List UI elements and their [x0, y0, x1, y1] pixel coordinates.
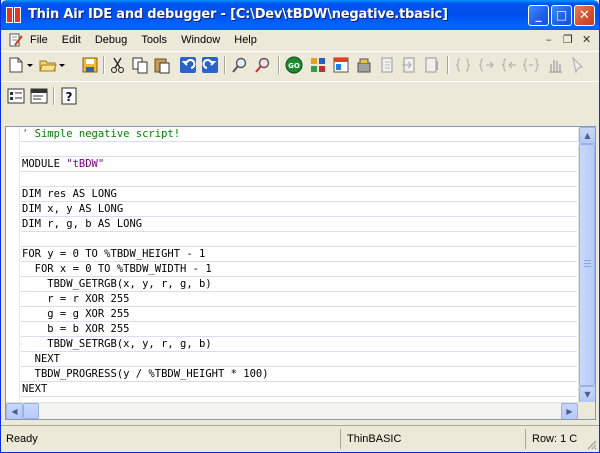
scroll-down-button[interactable]: ▼ — [579, 386, 595, 403]
horizontal-scroll-thumb[interactable] — [23, 403, 39, 419]
code-line[interactable]: DIM x, y AS LONG — [21, 202, 577, 217]
svg-text:?: ? — [66, 90, 73, 104]
code-line[interactable]: FOR x = 0 TO %TBDW_WIDTH - 1 — [21, 262, 577, 277]
status-language: ThinBASIC — [344, 429, 526, 449]
resize-grip-icon[interactable] — [585, 438, 597, 450]
code-line[interactable]: NEXT — [21, 382, 577, 397]
find-icon[interactable] — [231, 56, 249, 74]
code-line[interactable]: ' Simple negative script! — [21, 127, 577, 142]
indent-icon[interactable] — [477, 56, 495, 74]
grid-view-icon[interactable] — [309, 56, 327, 74]
replace-icon[interactable] — [254, 56, 272, 74]
editor-gutter[interactable] — [6, 127, 20, 403]
minimize-button[interactable]: _ — [528, 5, 549, 26]
toolbar-separator — [224, 56, 226, 74]
status-position: Row: 1 C — [532, 433, 578, 445]
paste-icon[interactable] — [153, 56, 171, 74]
comment-block-icon[interactable] — [522, 56, 540, 74]
secondary-toolbar: ? — [1, 81, 599, 121]
code-line[interactable] — [21, 232, 577, 247]
keyword-token: MODULE — [22, 158, 67, 170]
string-token: "tBDW" — [66, 158, 105, 170]
toolbar-separator — [447, 56, 449, 74]
new-file-icon[interactable] — [7, 56, 25, 74]
menu-help[interactable]: Help — [234, 34, 257, 46]
scroll-corner — [578, 402, 595, 419]
window-title: Thin Air IDE and debugger - [C:\Dev\tBDW… — [28, 7, 448, 22]
close-button[interactable]: ✕ — [574, 5, 595, 26]
debug-step-out-icon[interactable] — [423, 56, 441, 74]
svg-text:GO: GO — [288, 62, 300, 70]
toolbar-separator — [103, 56, 105, 74]
bracket-icon[interactable] — [454, 56, 472, 74]
menu-file[interactable]: File — [30, 34, 48, 46]
code-line[interactable] — [21, 172, 577, 187]
toolbar-separator — [278, 56, 280, 74]
scroll-up-button[interactable]: ▲ — [579, 127, 595, 144]
open-dropdown-icon[interactable] — [57, 56, 67, 74]
code-line[interactable]: DIM res AS LONG — [21, 187, 577, 202]
main-toolbar: GO — [1, 51, 599, 77]
vertical-scrollbar[interactable]: ▲ ▼ — [578, 127, 595, 403]
outdent-icon[interactable] — [500, 56, 518, 74]
code-line[interactable]: b = b XOR 255 — [21, 322, 577, 337]
hand-icon[interactable] — [546, 56, 564, 74]
code-line[interactable]: r = r XOR 255 — [21, 292, 577, 307]
scroll-left-button[interactable]: ◀ — [6, 403, 23, 419]
code-line[interactable]: FOR y = 0 TO %TBDW_HEIGHT - 1 — [21, 247, 577, 262]
window-layout-icon[interactable] — [332, 56, 350, 74]
code-area[interactable]: ' Simple negative script! MODULE "tBDW" … — [21, 127, 577, 403]
code-line[interactable]: g = g XOR 255 — [21, 307, 577, 322]
mdi-close-button[interactable]: ✕ — [582, 33, 591, 46]
save-icon[interactable] — [81, 56, 99, 74]
code-line[interactable]: TBDW_SETRGB(x, y, r, g, b) — [21, 337, 577, 352]
toolbar-separator — [53, 87, 55, 105]
code-line[interactable]: MODULE "tBDW" — [21, 157, 577, 172]
menu-list: File Edit Debug Tools Window Help — [30, 34, 268, 46]
ide-window: Thin Air IDE and debugger - [C:\Dev\tBDW… — [0, 0, 600, 453]
run-go-icon[interactable]: GO — [285, 56, 303, 74]
scroll-right-button[interactable]: ▶ — [561, 403, 578, 419]
code-line[interactable]: NEXT — [21, 352, 577, 367]
horizontal-scrollbar[interactable]: ◀ ▶ — [6, 402, 595, 419]
menu-edit[interactable]: Edit — [62, 34, 81, 46]
help-icon[interactable]: ? — [60, 87, 78, 105]
menu-window[interactable]: Window — [181, 34, 220, 46]
menu-debug[interactable]: Debug — [95, 34, 127, 46]
code-editor[interactable]: ' Simple negative script! MODULE "tBDW" … — [5, 126, 596, 420]
tools-icon[interactable] — [355, 56, 373, 74]
title-bar[interactable]: Thin Air IDE and debugger - [C:\Dev\tBDW… — [1, 0, 599, 30]
code-line[interactable] — [21, 142, 577, 157]
new-dropdown-icon[interactable] — [25, 56, 35, 74]
code-line[interactable]: TBDW_PROGRESS(y / %TBDW_HEIGHT * 100) — [21, 367, 577, 382]
code-line[interactable]: TBDW_GETRGB(x, y, r, g, b) — [21, 277, 577, 292]
open-folder-icon[interactable] — [39, 56, 57, 74]
pointer-icon[interactable] — [569, 56, 587, 74]
mdi-restore-button[interactable]: ❐ — [563, 33, 573, 46]
undo-icon[interactable] — [179, 56, 197, 74]
mdi-minimize-button[interactable]: – — [546, 33, 552, 46]
status-bar: Ready ThinBASIC Row: 1 C — [1, 425, 599, 452]
code-line[interactable]: DIM r, g, b AS LONG — [21, 217, 577, 232]
document-pen-icon[interactable] — [9, 33, 23, 47]
debug-step-over-icon[interactable] — [401, 56, 419, 74]
vertical-scroll-thumb[interactable] — [579, 144, 595, 386]
menu-bar: File Edit Debug Tools Window Help – ❐ ✕ — [1, 30, 599, 51]
form-view-icon[interactable] — [7, 87, 25, 105]
menu-tools[interactable]: Tools — [141, 34, 167, 46]
redo-icon[interactable] — [201, 56, 219, 74]
maximize-button[interactable]: □ — [551, 5, 572, 26]
app-icon[interactable] — [6, 7, 22, 23]
debug-step-icon[interactable] — [379, 56, 397, 74]
cut-icon[interactable] — [109, 56, 127, 74]
copy-icon[interactable] — [131, 56, 149, 74]
code-view-icon[interactable] — [30, 87, 48, 105]
status-message: Ready — [3, 429, 341, 449]
